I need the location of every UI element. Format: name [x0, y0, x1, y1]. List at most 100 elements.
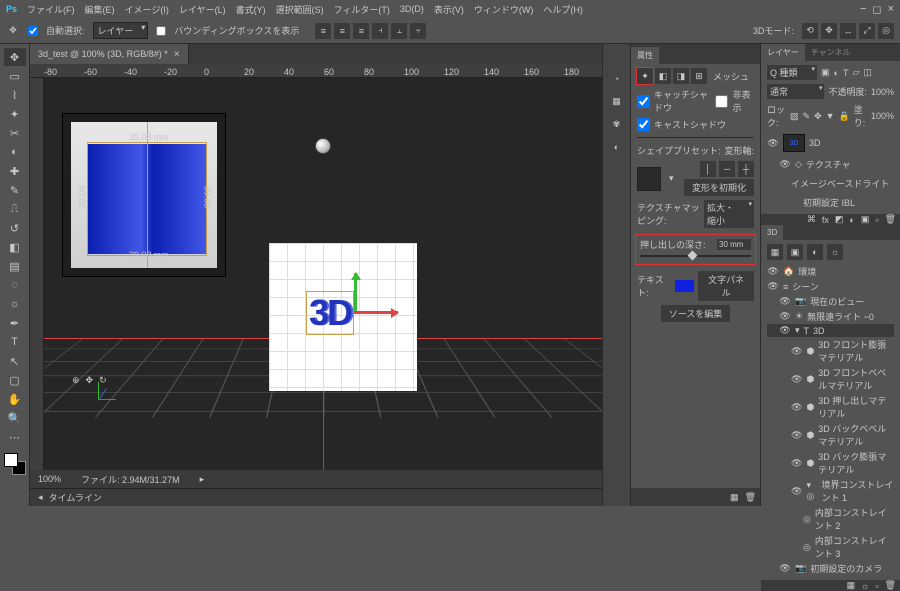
align-icon[interactable]: ≡ [334, 23, 350, 39]
path-tool[interactable]: ↖ [4, 352, 26, 370]
new-icon[interactable]: ▫ [875, 215, 878, 225]
stamp-tool[interactable]: ⎍ [4, 200, 26, 218]
tree-row[interactable]: 👁☀無限遠ライト ~0 [767, 309, 894, 324]
wand-tool[interactable]: ✦ [4, 105, 26, 123]
tree-row[interactable]: 👁🏠環境 [767, 264, 894, 279]
reset-deform-button[interactable]: 変形を初期化 [684, 179, 754, 196]
text-panel-button[interactable]: 文字パネル [698, 271, 754, 301]
trash-icon[interactable]: 🗑 [885, 214, 896, 225]
fill-value[interactable]: 100% [871, 111, 894, 121]
brush-tool[interactable]: ✎ [4, 181, 26, 199]
history-brush-tool[interactable]: ↺ [4, 219, 26, 237]
gradient-tool[interactable]: ▤ [4, 257, 26, 275]
trash-icon[interactable]: 🗑 [885, 580, 896, 591]
eraser-tool[interactable]: ◧ [4, 238, 26, 256]
layer-row[interactable]: 👁 3D 3D [767, 133, 894, 153]
filter-icon[interactable]: T [843, 68, 849, 78]
filter-mesh-icon[interactable]: ▣ [787, 244, 803, 260]
tree-row[interactable]: 👁⬢3D バックベベルマテリアル [767, 421, 894, 449]
text-color-chip[interactable] [675, 280, 694, 292]
tree-row[interactable]: 👁≡シーン [767, 279, 894, 294]
tree-row[interactable]: 👁📷現在のビュー [767, 294, 894, 309]
menu-edit[interactable]: 編集(E) [85, 3, 115, 16]
3d-scale-icon[interactable]: ⤢ [859, 23, 875, 39]
lock-icon[interactable]: ✥ [814, 111, 822, 122]
filter-light-icon[interactable]: ☼ [827, 244, 843, 260]
move-tool[interactable]: ✥ [4, 48, 26, 66]
prop-cap-tab[interactable]: ◨ [673, 68, 689, 84]
auto-select-checkbox[interactable] [28, 26, 38, 36]
3d-pan-icon[interactable]: ✥ [821, 23, 837, 39]
heal-tool[interactable]: ✚ [4, 162, 26, 180]
properties-tab[interactable]: 属性 [631, 47, 659, 64]
prop-mesh-tab[interactable]: ✦ [637, 68, 653, 84]
catch-shadow-checkbox[interactable] [637, 95, 650, 108]
mask-icon[interactable]: ◩ [835, 214, 844, 225]
orbit-icon[interactable]: ⊕ [72, 375, 80, 386]
group-icon[interactable]: ▣ [861, 214, 870, 225]
align-icon[interactable]: ⫞ [372, 23, 388, 39]
filter-icon[interactable]: ◐ [834, 68, 839, 78]
fg-color[interactable] [4, 453, 18, 467]
zoom-tool[interactable]: 🔍 [4, 409, 26, 427]
layer-sub[interactable]: 初期設定 IBL [767, 195, 894, 210]
styles-panel-icon[interactable]: ◐ [614, 142, 619, 152]
filter-icon[interactable]: ◫ [863, 67, 872, 78]
fx-icon[interactable]: fx [822, 215, 829, 225]
shape-preset-picker[interactable] [637, 167, 661, 191]
tree-row[interactable]: 👁▾T3D [767, 324, 894, 337]
document-tab[interactable]: 3d_test @ 100% (3D, RGB/8#) * × [30, 44, 189, 64]
extrude-depth-input[interactable] [717, 239, 751, 250]
adjustments-panel-icon[interactable]: ✾ [613, 119, 621, 130]
tree-row[interactable]: 👁⬢3D フロントベベルマテリアル [767, 365, 894, 393]
tree-row[interactable]: 👁▾ ◎境界コンストレイント 1 [767, 477, 894, 505]
timeline-panel[interactable]: ◂タイムライン [30, 488, 602, 506]
pen-tool[interactable]: ✒ [4, 314, 26, 332]
tree-row[interactable]: 👁📷初期設定のカメラ [767, 561, 894, 576]
opacity-value[interactable]: 100% [871, 87, 894, 97]
zoom-level[interactable]: 100% [38, 474, 61, 484]
filter-icon[interactable]: ▣ [821, 67, 830, 78]
tree-row[interactable]: ◎内部コンストレイント 3 [767, 533, 894, 561]
channels-tab[interactable]: チャンネル [805, 44, 857, 61]
axis-btn[interactable]: ┼ [738, 161, 754, 177]
lock-icon[interactable]: 🔒 [839, 111, 850, 122]
swatch-panel-icon[interactable]: ▦ [612, 96, 621, 107]
adjust-icon[interactable]: ◐ [849, 215, 854, 225]
menu-select[interactable]: 選択範囲(S) [276, 3, 324, 16]
doc-info[interactable]: ファイル: 2.94M/31.27M [81, 473, 180, 486]
maximize-icon[interactable]: ◻ [872, 3, 881, 16]
tree-row[interactable]: 👁⬢3D フロント膨張マテリアル [767, 337, 894, 365]
menu-help[interactable]: ヘルプ(H) [543, 3, 583, 16]
dodge-tool[interactable]: ☼ [4, 295, 26, 313]
type-tool[interactable]: T [4, 333, 26, 351]
auto-select-dropdown[interactable]: レイヤー [93, 22, 149, 39]
edit-source-button[interactable]: ソースを編集 [661, 305, 731, 322]
menu-type[interactable]: 書式(Y) [236, 3, 266, 16]
filter-material-icon[interactable]: ◐ [807, 244, 823, 260]
color-swatches[interactable] [4, 453, 26, 475]
3d-panel-tab[interactable]: 3D [761, 225, 783, 240]
trash-icon[interactable]: 🗑 [745, 492, 756, 503]
prop-deform-tab[interactable]: ◧ [655, 68, 671, 84]
close-icon[interactable]: × [888, 3, 894, 16]
canvas[interactable]: 3D 39.08 mm 39.08 mm 39.08 39.08 [44, 78, 602, 470]
tab-close-icon[interactable]: × [174, 49, 180, 60]
hide-checkbox[interactable] [715, 95, 728, 108]
link-icon[interactable]: ⌘ [807, 214, 816, 225]
align-icon[interactable]: ≡ [315, 23, 331, 39]
show-bbox-checkbox[interactable] [156, 26, 166, 36]
axis-btn[interactable]: │ [700, 161, 716, 177]
menu-file[interactable]: ファイル(F) [27, 3, 75, 16]
layer-sub[interactable]: 👁◇テクスチャ [767, 157, 894, 172]
prop-coord-tab[interactable]: ⊞ [691, 68, 707, 84]
render-icon[interactable]: ▦ [847, 580, 856, 591]
tree-row[interactable]: ◎内部コンストレイント 2 [767, 505, 894, 533]
3d-slide-icon[interactable]: ↔ [840, 23, 856, 39]
layer-sub[interactable]: イメージベースドライト [767, 176, 894, 191]
lock-icon[interactable]: ▼ [826, 111, 835, 121]
menu-image[interactable]: イメージ(I) [125, 3, 169, 16]
kind-filter-dropdown[interactable]: Q 種類 [767, 65, 817, 80]
3d-roll-icon[interactable]: ◎ [878, 23, 894, 39]
menu-view[interactable]: 表示(V) [434, 3, 464, 16]
